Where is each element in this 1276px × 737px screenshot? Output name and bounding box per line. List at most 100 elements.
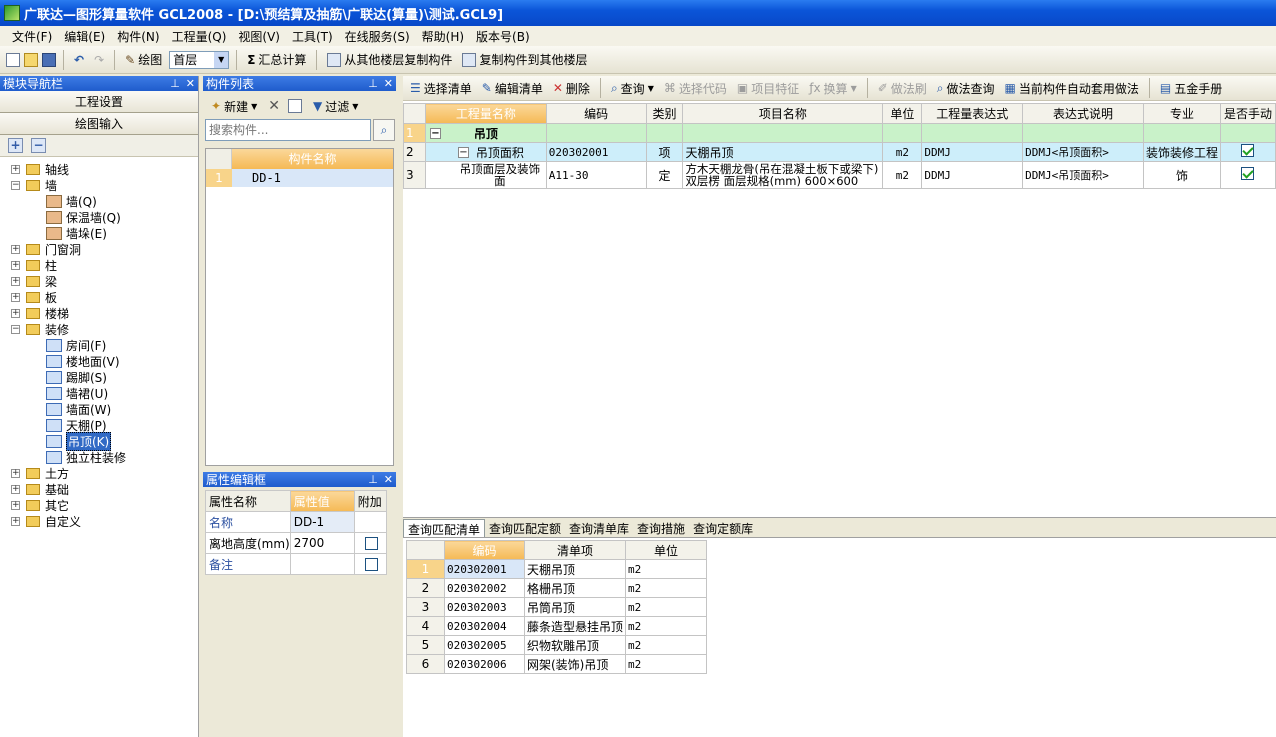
- table-row[interactable]: 2 020302002 格栅吊顶 m2: [406, 578, 708, 598]
- tree-item[interactable]: + 门窗洞: [0, 241, 198, 257]
- prop-value-field[interactable]: DD-1: [289, 511, 355, 533]
- menu-quantity[interactable]: 工程量(Q): [166, 28, 233, 45]
- attach-checkbox[interactable]: [365, 558, 379, 571]
- cell-manual[interactable]: [1219, 161, 1276, 189]
- col-header-expr[interactable]: 工程量表达式: [921, 103, 1024, 124]
- cell-expr[interactable]: DDMJ: [921, 142, 1024, 162]
- expand-icon[interactable]: +: [11, 308, 20, 318]
- tree-item[interactable]: 墙垛(E): [0, 225, 198, 241]
- cell-item-name[interactable]: 方木天棚龙骨(吊在混凝土板下或梁下) 双层楞 面层规格(mm) 600×600: [682, 161, 884, 189]
- tree-item[interactable]: 独立柱装修: [0, 449, 198, 465]
- save-icon[interactable]: [42, 52, 56, 67]
- menu-version[interactable]: 版本号(B): [470, 28, 536, 45]
- filter-button[interactable]: ▼ 过滤 ▼: [310, 96, 361, 117]
- cell-manual[interactable]: [1219, 142, 1276, 162]
- col-header-unit[interactable]: 单位: [882, 103, 923, 124]
- cell-code[interactable]: 020302001: [444, 559, 525, 579]
- sum-calc-button[interactable]: Σ 汇总计算: [244, 49, 309, 70]
- cell-qty-name[interactable]: 吊顶面层及装饰面: [424, 161, 547, 189]
- col-header-expr-desc[interactable]: 表达式说明: [1022, 103, 1144, 124]
- cell-code[interactable]: 020302002: [444, 578, 525, 598]
- cell-code[interactable]: 020302004: [444, 616, 525, 636]
- delete-button[interactable]: ✕ 删除: [550, 78, 593, 99]
- tree-item[interactable]: + 其它: [0, 497, 198, 513]
- cell-unit[interactable]: m2: [625, 578, 708, 598]
- table-row[interactable]: 4 020302004 藤条造型悬挂吊顶 m2: [406, 616, 708, 636]
- draw-button[interactable]: ✎ 绘图: [122, 49, 165, 70]
- tree-item[interactable]: + 自定义: [0, 513, 198, 529]
- collapse-icon[interactable]: −: [11, 180, 20, 190]
- col-header-unit[interactable]: 单位: [625, 540, 708, 560]
- tree-item[interactable]: 房间(F): [0, 337, 198, 353]
- table-row[interactable]: 1 020302001 天棚吊顶 m2: [406, 559, 708, 579]
- cell-major[interactable]: 装饰装修工程: [1142, 142, 1221, 162]
- expand-icon[interactable]: +: [11, 516, 20, 526]
- tree-item[interactable]: + 柱: [0, 257, 198, 273]
- undo-button[interactable]: ↶: [71, 51, 87, 69]
- cell-major[interactable]: 饰: [1142, 161, 1221, 189]
- item-feature-button[interactable]: ▣ 项目特征: [734, 78, 802, 99]
- select-code-button[interactable]: ⌘ 选择代码: [661, 78, 730, 99]
- menu-edit[interactable]: 编辑(E): [58, 28, 111, 45]
- col-header-qty-name[interactable]: 工程量名称: [424, 103, 547, 124]
- table-row[interactable]: 2 − 吊顶面积 020302001 项 天棚吊顶 m2 DDMJ DDMJ<吊…: [403, 142, 1276, 162]
- menu-tools[interactable]: 工具(T): [286, 28, 339, 45]
- cell-manual[interactable]: [1219, 123, 1276, 143]
- prop-value-field[interactable]: [289, 553, 355, 575]
- copy-to-floor-button[interactable]: 复制构件到其他楼层: [459, 49, 590, 70]
- col-header-code[interactable]: 编码: [444, 540, 525, 560]
- collapse-icon[interactable]: −: [457, 147, 469, 158]
- manual-checkbox[interactable]: [1241, 144, 1255, 157]
- cell-list-item[interactable]: 格栅吊顶: [523, 578, 627, 598]
- menu-file[interactable]: 文件(F): [6, 28, 58, 45]
- menu-component[interactable]: 构件(N): [111, 28, 165, 45]
- cell-code[interactable]: 020302006: [444, 654, 525, 674]
- cell-unit[interactable]: m2: [882, 142, 923, 162]
- cell-unit[interactable]: m2: [882, 161, 923, 189]
- menu-view[interactable]: 视图(V): [232, 28, 286, 45]
- expand-icon[interactable]: +: [11, 276, 20, 286]
- list-item[interactable]: 1 DD-1: [206, 169, 393, 187]
- select-list-button[interactable]: ☰ 选择清单: [407, 78, 475, 99]
- tab-draw-input[interactable]: 绘图输入: [0, 113, 198, 135]
- tab-measures[interactable]: 查询措施: [633, 519, 689, 537]
- cell-code[interactable]: 020302003: [444, 597, 525, 617]
- method-query-button[interactable]: ⌕ 做法查询: [934, 78, 998, 99]
- cell-list-item[interactable]: 织物软雕吊顶: [523, 635, 627, 655]
- cell-list-item[interactable]: 吊筒吊顶: [523, 597, 627, 617]
- expand-icon[interactable]: +: [11, 500, 20, 510]
- cell-unit[interactable]: m2: [625, 597, 708, 617]
- expand-icon[interactable]: +: [11, 484, 20, 494]
- cell-expr-desc[interactable]: [1022, 123, 1144, 143]
- tree-item[interactable]: 吊顶(K): [0, 431, 198, 451]
- tree-item[interactable]: 墙面(W): [0, 401, 198, 417]
- cell-item-name[interactable]: [682, 123, 884, 143]
- edit-list-button[interactable]: ✎ 编辑清单: [479, 78, 546, 99]
- cell-type[interactable]: 项: [645, 142, 684, 162]
- close-icon[interactable]: ✕: [384, 77, 393, 90]
- hardware-manual-button[interactable]: ▤ 五金手册: [1157, 78, 1225, 99]
- cell-code[interactable]: 020302005: [444, 635, 525, 655]
- prop-value-field[interactable]: 2700: [289, 532, 355, 554]
- cell-code[interactable]: [545, 123, 647, 143]
- cell-qty-name[interactable]: − 吊顶面积: [424, 142, 547, 162]
- cell-list-item[interactable]: 天棚吊顶: [523, 559, 627, 579]
- col-header-list-item[interactable]: 清单项: [523, 540, 627, 560]
- col-header-item-name[interactable]: 项目名称: [682, 103, 884, 124]
- close-icon[interactable]: ✕: [384, 473, 393, 486]
- close-icon[interactable]: ✕: [186, 77, 195, 90]
- pin-icon[interactable]: ⊥: [368, 473, 378, 486]
- auto-apply-button[interactable]: ▦ 当前构件自动套用做法: [1002, 78, 1142, 99]
- copy-icon[interactable]: [287, 99, 302, 113]
- tree-item[interactable]: + 基础: [0, 481, 198, 497]
- tree-item[interactable]: 保温墙(Q): [0, 209, 198, 225]
- tree-item[interactable]: − 墙: [0, 177, 198, 193]
- cell-list-item[interactable]: 网架(装饰)吊顶: [523, 654, 627, 674]
- table-row[interactable]: 1 − 吊顶: [403, 123, 1276, 143]
- cell-code[interactable]: A11-30: [545, 161, 647, 189]
- expand-icon[interactable]: +: [11, 468, 20, 478]
- query-button[interactable]: ⌕ 查询 ▼: [608, 78, 657, 99]
- table-row[interactable]: 6 020302006 网架(装饰)吊顶 m2: [406, 654, 708, 674]
- tree-item[interactable]: − 装修: [0, 321, 198, 337]
- tree-item[interactable]: 墙裙(U): [0, 385, 198, 401]
